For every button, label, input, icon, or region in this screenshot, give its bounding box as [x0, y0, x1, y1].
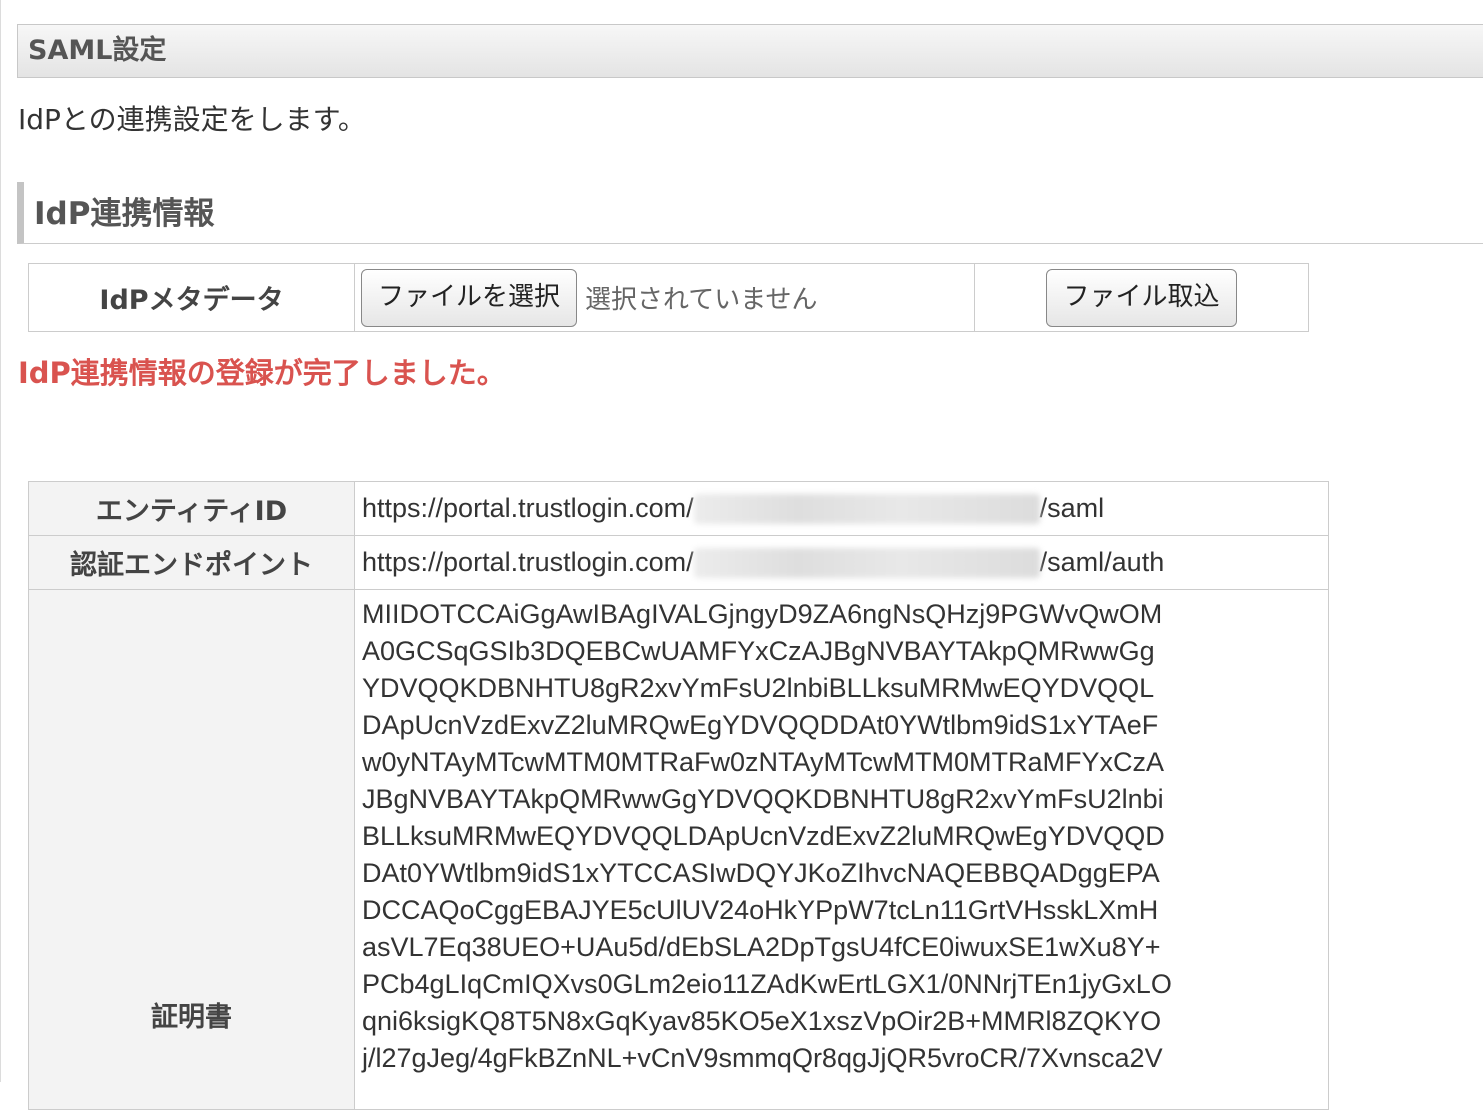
sp-info-table: エンティティID https://portal.trustlogin.com/ /…	[28, 481, 1329, 1110]
certificate-line: j/l27gJeg/4gFkBZnNL+vCnV9smmqQr8qgJjQR5v…	[362, 1043, 1163, 1073]
certificate-line: YDVQQKDBNHTU8gR2xvYmFsU2lnbiBLLksuMRMwEQ…	[362, 673, 1155, 703]
idp-metadata-table: IdPメタデータ ファイルを選択 選択されていません ファイル取込	[28, 263, 1309, 332]
certificate-line: DCCAQoCggEBAJYE5cUlUV24oHkYPpW7tcLn11Grt…	[362, 895, 1159, 925]
auth-endpoint-prefix: https://portal.trustlogin.com/	[362, 546, 694, 577]
import-file-button[interactable]: ファイル取込	[1046, 268, 1237, 327]
certificate-line: BLLksuMRMwEQYDVQQLDApUcnVzdExvZ2luMRQwEg…	[362, 821, 1165, 851]
certificate-line: asVL7Eq38UEO+UAu5d/dEbSLA2DpTgsU4fCE0iwu…	[362, 932, 1161, 962]
file-input-cell: ファイルを選択 選択されていません	[354, 263, 975, 332]
certificate-line: qni6ksigKQ8T5N8xGqKyav85KO5eX1xszVpOir2B…	[362, 1006, 1162, 1036]
certificate-line: MIIDOTCCAiGgAwIBAgIVALGjngyD9ZA6ngNsQHzj…	[362, 599, 1163, 629]
import-cell: ファイル取込	[974, 263, 1309, 332]
auth-endpoint-suffix: /saml/auth	[1039, 546, 1165, 577]
certificate-line: DAt0YWtlbm9idS1xYTCCASIwDQYJKoZIhvcNAQEB…	[362, 858, 1160, 888]
idp-metadata-label: IdPメタデータ	[28, 263, 355, 332]
certificate-row: 証明書 MIIDOTCCAiGgAwIBAgIVALGjngyD9ZA6ngNs…	[28, 589, 1329, 1110]
certificate-line: w0yNTAyMTcwMTM0MTRaFw0zNTAyMTcwMTM0MTRaM…	[362, 747, 1164, 777]
redacted-blur	[693, 548, 1040, 579]
certificate-line: DApUcnVzdExvZ2luMRQwEgYDVQQDDAt0YWtlbm9i…	[362, 710, 1159, 740]
entity-id-row: エンティティID https://portal.trustlogin.com/ /…	[28, 481, 1329, 536]
auth-endpoint-value: https://portal.trustlogin.com/ /saml/auth	[354, 535, 1329, 590]
certificate-line: A0GCSqGSIb3DQEBCwUAMFYxCzAJBgNVBAYTAkpQM…	[362, 636, 1155, 666]
redacted-blur	[693, 494, 1040, 525]
idp-metadata-row: IdPメタデータ ファイルを選択 選択されていません ファイル取込	[28, 263, 1309, 332]
auth-endpoint-label: 認証エンドポイント	[28, 535, 355, 590]
entity-id-value: https://portal.trustlogin.com/ /saml	[354, 481, 1329, 536]
saml-description: IdPとの連携設定をします。	[18, 103, 366, 136]
entity-id-prefix: https://portal.trustlogin.com/	[362, 492, 694, 523]
choose-file-button[interactable]: ファイルを選択	[361, 268, 578, 327]
success-message: IdP連携情報の登録が完了しました。	[18, 356, 506, 390]
certificate-line: PCb4gLIqCmIQXvs0GLm2eio11ZAdKwErtLGX1/0N…	[362, 969, 1172, 999]
saml-settings-header: SAML設定	[17, 24, 1483, 78]
certificate-label: 証明書	[28, 589, 355, 1110]
entity-id-label: エンティティID	[28, 481, 355, 536]
auth-endpoint-row: 認証エンドポイント https://portal.trustlogin.com/…	[28, 535, 1329, 590]
entity-id-suffix: /saml	[1039, 492, 1105, 523]
certificate-value: MIIDOTCCAiGgAwIBAgIVALGjngyD9ZA6ngNsQHzj…	[354, 589, 1329, 1110]
no-file-selected-text: 選択されていません	[585, 285, 818, 315]
certificate-line: JBgNVBAYTAkpQMRwwGgYDVQQKDBNHTU8gR2xvYmF…	[362, 784, 1164, 814]
idp-integration-header: IdP連携情報	[17, 182, 1483, 244]
